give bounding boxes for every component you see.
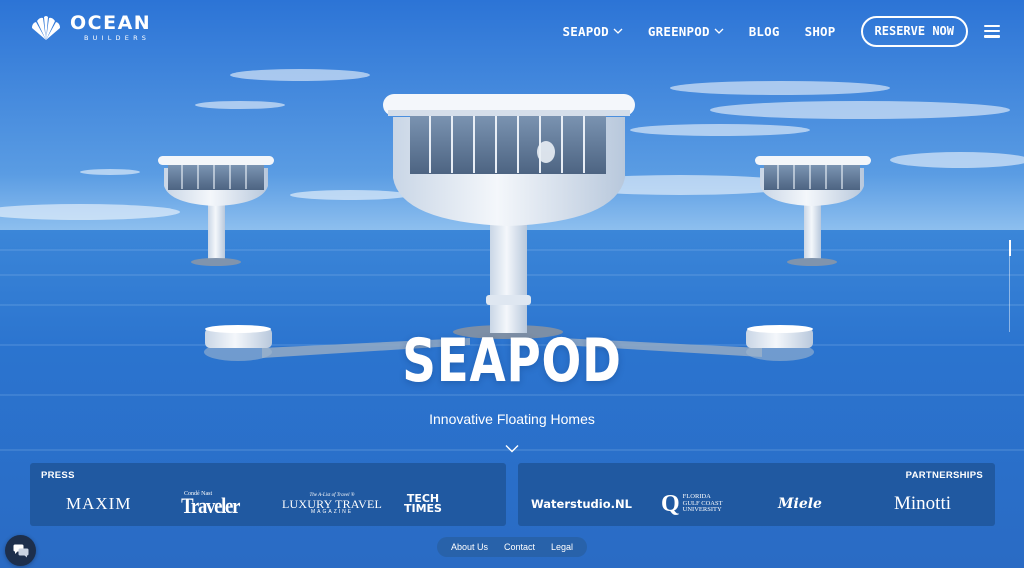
partnerships-label: PARTNERSHIPS (905, 470, 983, 481)
chat-bubbles-icon (13, 544, 28, 557)
hero-title: SEAPOD (402, 326, 622, 396)
fgcu-q-mark: Q (661, 491, 680, 517)
nav-item-label: GREENPOD (647, 23, 710, 39)
partnerships-panel: PARTNERSHIPS Waterstudio.NL Q FLORIDA GU… (518, 463, 995, 526)
press-label: PRESS (41, 470, 75, 481)
footer-links: About Us Contact Legal (437, 537, 587, 557)
nav-item-greenpod[interactable]: GREENPOD (648, 24, 724, 39)
nav-item-shop[interactable]: SHOP (805, 24, 836, 39)
press-logo-traveler[interactable]: Condé Nast Traveler (176, 491, 244, 518)
brand-logo[interactable]: OCEAN BUILDERS (30, 14, 151, 42)
press-logo-tech-times[interactable]: TECH TIMES (404, 492, 442, 515)
partner-logo-minotti[interactable]: Minotti (894, 493, 951, 515)
press-logo-maxim[interactable]: MAXIM (66, 493, 131, 515)
chat-button[interactable] (5, 535, 36, 566)
partner-logo-fgcu[interactable]: Q FLORIDA GULF COAST UNIVERSITY (661, 491, 723, 517)
brand-subtitle: BUILDERS (84, 34, 151, 43)
times-word: TIMES (404, 502, 442, 515)
nav-item-blog[interactable]: BLOG (749, 24, 780, 39)
nav-item-label: SEAPOD (562, 23, 609, 39)
chevron-down-icon[interactable] (505, 444, 519, 453)
shell-icon (32, 16, 60, 40)
press-logo-luxury-travel[interactable]: The A-List of Travel ® LUXURY TRAVEL MAG… (282, 493, 382, 515)
fgcu-line-3: UNIVERSITY (682, 506, 722, 514)
press-panel: PRESS MAXIM Condé Nast Traveler The A-Li… (30, 463, 506, 526)
reserve-now-button[interactable]: RESERVE NOW (860, 15, 968, 47)
nav-item-seapod[interactable]: SEAPOD (563, 24, 623, 39)
hamburger-icon[interactable] (984, 24, 1000, 38)
footer-link-about[interactable]: About Us (451, 542, 488, 552)
partner-logo-waterstudio[interactable]: Waterstudio.NL (531, 493, 632, 515)
footer-link-contact[interactable]: Contact (504, 542, 535, 552)
luxury-magazine: MAGAZINE (310, 509, 354, 515)
nav-item-label: SHOP (804, 23, 836, 39)
footer-link-legal[interactable]: Legal (551, 542, 573, 552)
chevron-down-icon (714, 28, 724, 34)
traveler-wordmark: Traveler (181, 493, 240, 518)
slide-scroll-indicator[interactable] (1008, 240, 1011, 332)
brand-name: OCEAN (70, 12, 152, 35)
main-nav: SEAPOD GREENPOD BLOG SHOP RESERVE NOW (563, 15, 1000, 47)
hero-subtitle: Innovative Floating Homes (429, 411, 595, 427)
nav-item-label: BLOG (748, 23, 780, 39)
chevron-down-icon (613, 28, 623, 34)
partner-logo-miele[interactable]: Miele (778, 493, 822, 515)
